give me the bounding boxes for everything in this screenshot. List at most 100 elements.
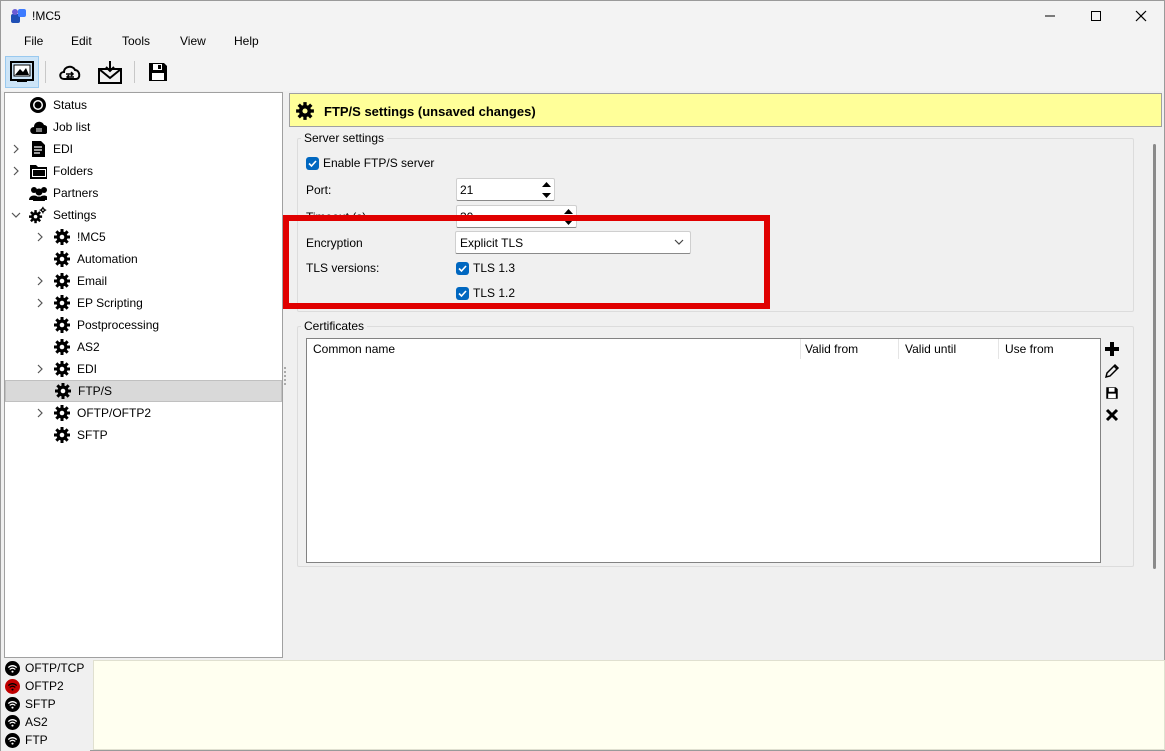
expand-folders[interactable] [11, 160, 21, 182]
app-window: !MC5 File Edit Tools View Help Status Jo… [0, 0, 1165, 751]
chevron-down-icon [11, 212, 21, 218]
column-header-use-from[interactable]: Use from [999, 339, 1099, 359]
expand-ep-scripting[interactable] [35, 292, 45, 314]
tree-item-ftps[interactable]: FTP/S [5, 380, 282, 402]
chevron-right-icon [37, 364, 43, 374]
chevron-right-icon [13, 166, 19, 176]
connection-status-panel: OFTP/TCP OFTP2 SFTP AS2 FTP [1, 658, 90, 751]
vertical-scrollbar[interactable] [1153, 144, 1156, 569]
tree-item-edi[interactable]: EDI [29, 138, 73, 160]
status-as2: AS2 [5, 713, 48, 731]
tree-item-automation[interactable]: Automation [53, 248, 138, 270]
menu-tools[interactable]: Tools [122, 34, 150, 48]
column-header-valid-until[interactable]: Valid until [899, 339, 999, 359]
gear-icon [54, 405, 70, 421]
chevron-right-icon [13, 144, 19, 154]
tree-item-email[interactable]: Email [53, 270, 107, 292]
toolbar [1, 53, 1164, 91]
menu-help[interactable]: Help [234, 34, 259, 48]
add-certificate-button[interactable] [1103, 340, 1121, 358]
enable-ftps-checkbox[interactable]: Enable FTP/S server [306, 156, 434, 170]
expand-email[interactable] [35, 270, 45, 292]
tree-item-folders[interactable]: Folders [29, 160, 93, 182]
menu-edit[interactable]: Edit [71, 34, 92, 48]
menu-view[interactable]: View [180, 34, 206, 48]
arrow-down-icon[interactable] [541, 193, 551, 199]
gear-icon [55, 383, 71, 399]
mail-button[interactable] [93, 56, 127, 88]
chevron-right-icon [37, 232, 43, 242]
window-title: !MC5 [32, 9, 61, 23]
settings-icon [29, 206, 47, 224]
log-panel[interactable] [93, 660, 1165, 750]
tree-item-status[interactable]: Status [29, 94, 87, 116]
checkbox-checked-icon [306, 156, 319, 170]
gear-icon [54, 317, 70, 333]
mail-download-icon [98, 61, 122, 84]
certificates-table[interactable]: Common name Valid from Valid until Use f… [306, 338, 1101, 563]
title-bar: !MC5 [1, 1, 1164, 31]
tree-item-sftp[interactable]: SFTP [53, 424, 108, 446]
tree-item-partners[interactable]: Partners [29, 182, 98, 204]
tree-item-postprocessing[interactable]: Postprocessing [53, 314, 159, 336]
edit-certificate-button[interactable] [1103, 362, 1121, 380]
tree-item-edi-settings[interactable]: EDI [53, 358, 97, 380]
folder-icon [30, 165, 47, 179]
tree-item-as2[interactable]: AS2 [53, 336, 100, 358]
tree-item-ep-scripting[interactable]: EP Scripting [53, 292, 143, 314]
status-ftp: FTP [5, 731, 48, 749]
document-icon [32, 141, 45, 157]
minimize-button[interactable] [1027, 1, 1073, 31]
delete-x-icon [1105, 408, 1119, 422]
server-settings-label: Server settings [301, 131, 388, 145]
maximize-icon [1091, 11, 1101, 21]
sync-button[interactable] [53, 56, 87, 88]
collapse-settings[interactable] [11, 204, 21, 226]
arrow-up-icon[interactable] [563, 208, 573, 214]
monitor-button[interactable] [5, 56, 39, 88]
gear-icon [54, 339, 70, 355]
tree-item-imc5[interactable]: !MC5 [53, 226, 106, 248]
highlight-annotation [283, 215, 770, 309]
status-icon [30, 97, 46, 113]
gear-icon [54, 295, 70, 311]
column-header-valid-from[interactable]: Valid from [799, 339, 899, 359]
close-button[interactable] [1118, 1, 1164, 31]
certificates-label: Certificates [301, 319, 368, 333]
wifi-status-icon [5, 660, 20, 676]
column-header-common-name[interactable]: Common name [307, 339, 799, 359]
toolbar-separator [134, 61, 135, 83]
expand-edi[interactable] [11, 138, 21, 160]
port-label: Port: [306, 183, 332, 197]
tree-item-settings[interactable]: Settings [29, 204, 96, 226]
expand-edi-settings[interactable] [35, 358, 45, 380]
save-certificate-button[interactable] [1103, 384, 1121, 402]
toolbar-separator [45, 61, 46, 83]
menu-file[interactable]: File [24, 34, 43, 48]
status-oftp-tcp: OFTP/TCP [5, 659, 84, 677]
menu-bar: File Edit Tools View Help [1, 31, 1164, 53]
save-icon [149, 63, 167, 81]
wifi-status-icon [5, 696, 20, 712]
close-icon [1135, 10, 1147, 22]
chevron-right-icon [37, 276, 43, 286]
status-oftp2: OFTP2 [5, 677, 64, 695]
delete-certificate-button[interactable] [1103, 406, 1121, 424]
port-stepper[interactable]: 21 [456, 178, 555, 201]
save-icon [1106, 387, 1118, 399]
chevron-right-icon [37, 408, 43, 418]
tree-item-job-list[interactable]: Job list [29, 116, 90, 138]
gear-icon [54, 273, 70, 289]
partners-icon [29, 187, 47, 201]
cloud-job-icon [30, 121, 47, 134]
expand-oftp[interactable] [35, 402, 45, 424]
maximize-button[interactable] [1073, 1, 1119, 31]
chevron-right-icon [37, 298, 43, 308]
save-button[interactable] [141, 56, 175, 88]
pencil-icon [1104, 363, 1120, 379]
wifi-status-icon [5, 732, 20, 748]
tree-item-oftp[interactable]: OFTP/OFTP2 [53, 402, 151, 424]
arrow-up-icon[interactable] [541, 181, 551, 187]
page-title: FTP/S settings (unsaved changes) [324, 104, 536, 119]
expand-imc5[interactable] [35, 226, 45, 248]
